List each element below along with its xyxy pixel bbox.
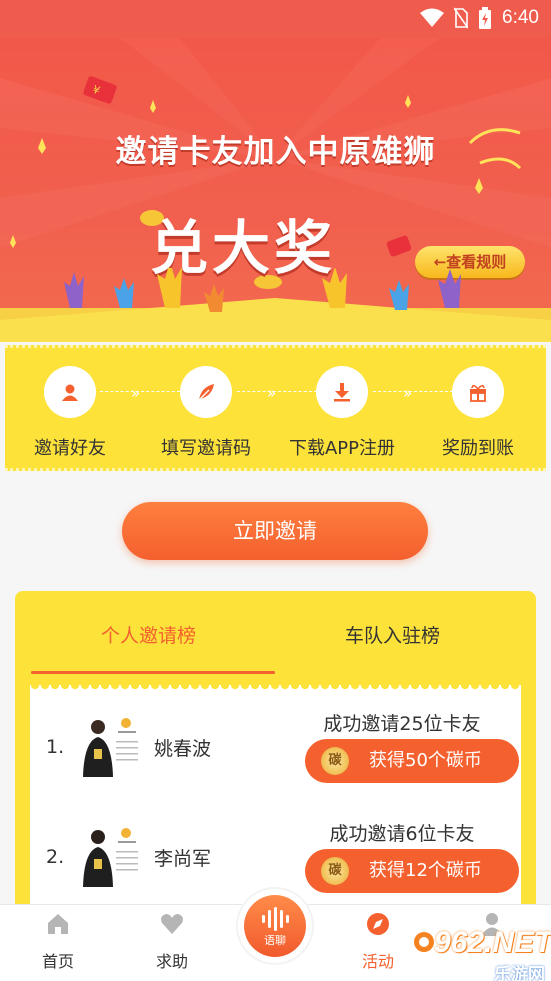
rank-number: 1. [46,736,65,758]
nav-label: 活动 [361,952,394,971]
sound-wave-icon [262,907,289,931]
status-bar: 6:40 [0,0,551,38]
watermark-subtext: 乐游网 [494,965,545,981]
gift-icon [470,384,486,402]
step-arrow: » [131,384,140,402]
member-name: 李尚军 [154,848,212,870]
invite-steps: » » » 邀请好友 填写邀请码 下载APP注册 奖励到账 [5,345,546,471]
step-invite-friends: 邀请好友 [10,366,130,460]
member-name: 姚春波 [154,738,212,760]
list-item: 2. 李尚军 成功邀请6位卡友 碳 获得12个碳币 [30,801,521,897]
invite-count-text: 成功邀请25位卡友 [323,713,481,735]
home-icon [48,914,68,934]
watermark-logo: 962.NET 乐游网 [412,926,551,981]
carbon-coin-icon: 碳 [321,857,349,885]
step-label: 填写邀请码 [161,438,251,459]
step-reward-arrives: 奖励到账 [418,366,538,460]
clock: 6:40 [502,7,539,28]
hero-banner: ¥ 邀请卡友加入中原雄狮 兑大奖 ←查看规则 [0,38,551,342]
reward-text: 获得12个碳币 [369,860,482,881]
tab-personal-ranking[interactable]: 个人邀请榜 [101,621,196,648]
watermark-text: 962.NET [434,926,551,959]
reward-text: 获得50个碳币 [369,750,482,771]
rank-number: 2. [46,846,65,868]
feather-pen-icon [198,384,214,401]
watermark-icon [414,932,434,952]
step-label: 下载APP注册 [288,438,396,459]
avatar [78,713,142,777]
step-download-register: 下载APP注册 [282,366,402,460]
voice-chat-button[interactable]: 语聊 [238,889,312,963]
nav-home[interactable]: 首页 [18,905,98,981]
banner-headline: 邀请卡友加入中原雄狮 [115,134,436,170]
compass-icon [367,913,389,935]
wifi-icon [420,8,445,27]
step-arrow: » [267,384,276,402]
step-label: 邀请好友 [34,438,106,459]
voice-chat-label: 语聊 [264,934,286,947]
invite-now-button[interactable]: 立即邀请 [122,502,428,560]
no-sim-icon [454,7,469,29]
nav-label: 首页 [41,952,74,971]
step-label: 奖励到账 [442,438,514,459]
step-enter-code: 填写邀请码 [146,366,266,460]
download-icon [334,383,350,402]
ranking-list: 1. 姚春波 成功邀请25位卡友 碳 获得50个碳币 2. 李尚军 成功邀请6位… [30,691,521,911]
invite-count-text: 成功邀请6位卡友 [329,823,475,845]
cheering-hands-illustration [0,268,551,342]
avatar [78,823,142,887]
heart-icon [161,914,183,934]
reward-pill: 碳 获得50个碳币 [305,739,519,783]
carbon-coin-icon: 碳 [321,747,349,775]
tab-fleet-ranking[interactable]: 车队入驻榜 [345,621,440,648]
active-tab-indicator [31,671,275,674]
battery-charging-icon [479,7,492,29]
list-item: 1. 姚春波 成功邀请25位卡友 碳 获得50个碳币 [30,691,521,787]
step-arrow: » [403,384,412,402]
user-icon [62,384,78,401]
ranking-card: 个人邀请榜 车队入驻榜 1. 姚春波 成功邀请25位卡友 碳 获得50个碳币 2… [15,591,536,911]
reward-pill: 碳 获得12个碳币 [305,849,519,893]
nav-help[interactable]: 求助 [132,905,212,981]
nav-label: 求助 [155,952,188,971]
nav-activity[interactable]: 活动 [338,905,418,981]
